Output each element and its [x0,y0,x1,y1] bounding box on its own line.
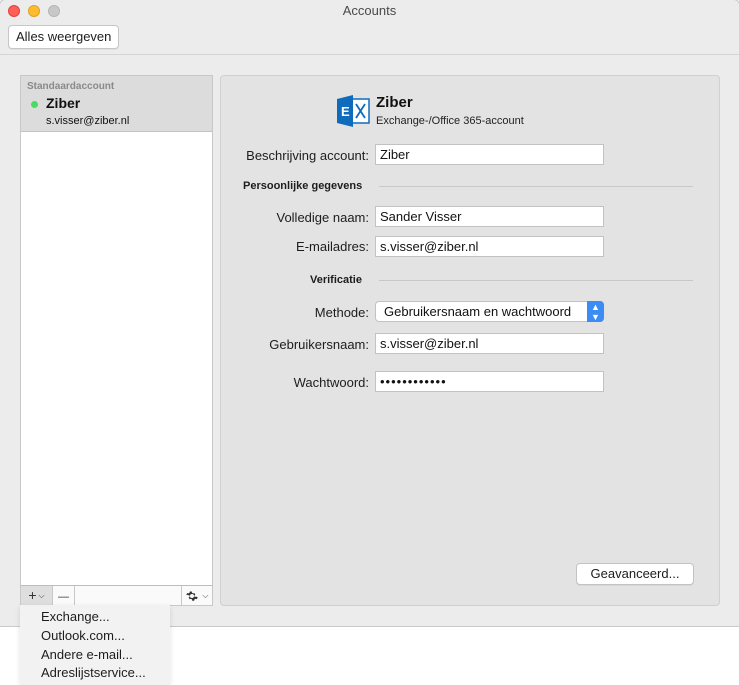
description-label: Beschrijving account: [246,148,369,163]
advanced-button[interactable]: Geavanceerd... [576,563,694,585]
account-actions-button[interactable]: ⌵ [181,586,212,605]
fullname-field[interactable]: Sander Visser [375,206,604,227]
plus-icon: + [28,587,37,603]
add-account-button[interactable]: + ⌵ [21,586,53,605]
section-divider [379,186,693,187]
account-list-actions: + ⌵ — ⌵ [20,585,213,606]
account-list-item[interactable]: Standaardaccount Ziber s.visser@ziber.nl [21,76,212,132]
menu-item-directory-service[interactable]: Adreslijstservice... [41,665,146,680]
svg-text:E: E [341,104,350,119]
show-all-button[interactable]: Alles weergeven [8,25,120,49]
password-field[interactable]: •••••••••••• [375,371,604,392]
chevron-down-icon: ⌵ [202,591,209,600]
account-email: s.visser@ziber.nl [46,115,130,127]
fullname-label: Volledige naam: [276,210,369,225]
account-name: Ziber [46,95,81,111]
email-field[interactable]: s.visser@ziber.nl [375,236,604,257]
email-label: E-mailadres: [296,239,369,254]
method-label: Methode: [314,305,369,320]
username-field[interactable]: s.visser@ziber.nl [375,333,604,354]
chevron-down-icon: ⌵ [38,591,45,600]
verification-section-header: Verificatie [310,274,362,286]
description-field[interactable]: Ziber [375,144,604,165]
accounts-window: Accounts Alles weergeven Standaardaccoun… [0,0,739,626]
title-bar: Accounts [0,0,739,22]
minimize-button[interactable] [28,5,40,17]
account-detail-panel: E Ziber Exchange-/Office 365-account Bes… [220,75,720,606]
menu-item-exchange[interactable]: Exchange... [41,609,110,624]
section-divider [379,280,693,281]
exchange-icon: E [337,95,371,127]
add-account-menu: Exchange... Outlook.com... Andere e-mail… [20,605,170,685]
method-select[interactable]: Gebruikersnaam en wachtwoord ▲ ▼ [375,301,604,322]
menu-item-outlook[interactable]: Outlook.com... [41,628,125,643]
menu-item-other-email[interactable]: Andere e-mail... [41,647,133,662]
status-indicator [31,101,38,108]
zoom-button[interactable] [48,5,60,17]
default-account-header: Standaardaccount [27,81,115,92]
personal-section-header: Persoonlijke gegevens [243,180,363,192]
select-arrows-icon: ▲ ▼ [587,301,604,322]
account-list[interactable]: Standaardaccount Ziber s.visser@ziber.nl [20,75,213,587]
password-label: Wachtwoord: [293,375,369,390]
gear-icon [185,587,202,603]
account-type: Exchange-/Office 365-account [376,115,524,127]
close-button[interactable] [8,5,20,17]
remove-account-button[interactable]: — [53,586,75,605]
toolbar-divider [0,54,739,55]
minus-icon: — [58,591,69,603]
username-label: Gebruikersnaam: [269,337,369,352]
method-value: Gebruikersnaam en wachtwoord [384,304,572,319]
window-title: Accounts [342,3,397,18]
account-title: Ziber [376,94,413,111]
